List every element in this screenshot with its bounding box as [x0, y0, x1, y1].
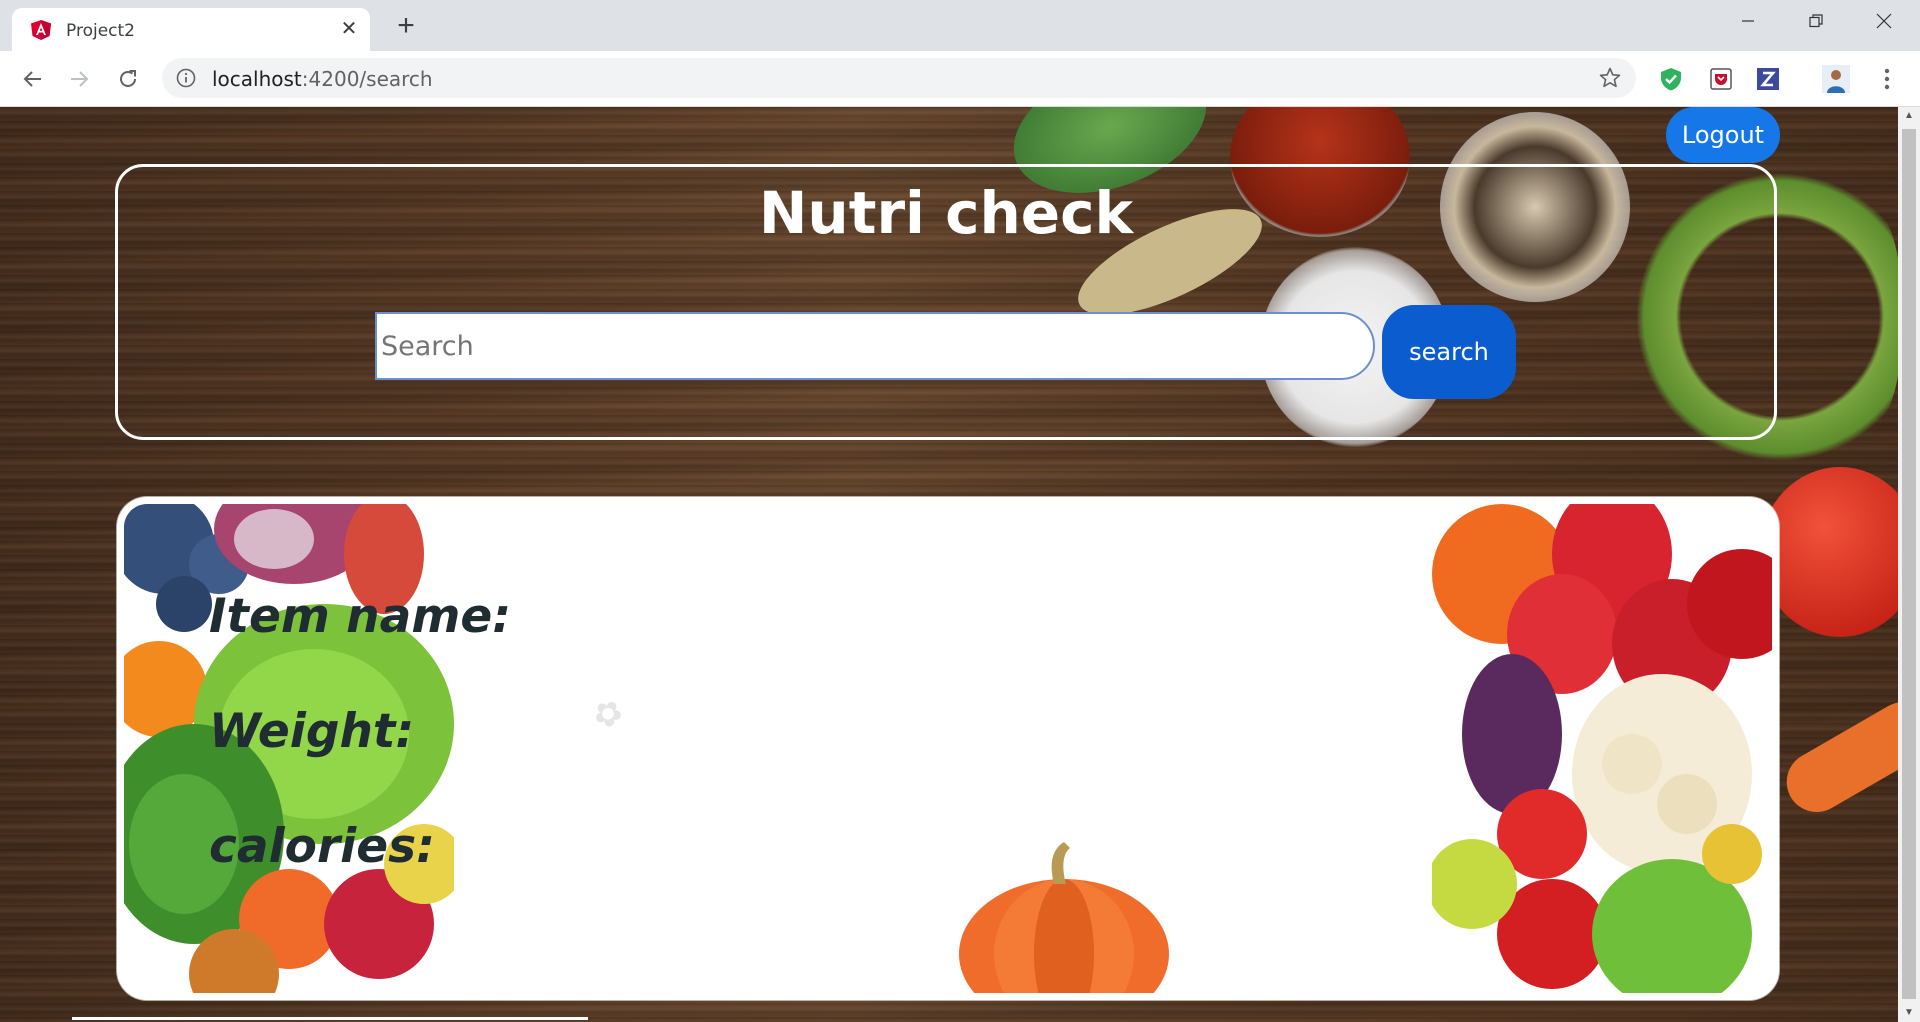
browser-toolbar: localhost:4200/search: [0, 51, 1920, 107]
fruits-right-image: [1432, 504, 1772, 993]
pumpkin-image: [959, 842, 1169, 993]
bottom-divider: [72, 1017, 588, 1020]
tab-title: Project2: [66, 21, 135, 41]
logout-button[interactable]: Logout: [1666, 107, 1780, 163]
carrot-decoration: [1775, 691, 1898, 823]
page-title: Nutri check: [758, 179, 1134, 247]
shield-extension-icon[interactable]: [1656, 64, 1686, 94]
z-extension-icon[interactable]: [1753, 64, 1783, 94]
weight-label: Weight:: [209, 704, 415, 759]
tomato-decoration: [1760, 467, 1898, 637]
watermark-text: ✿: [584, 689, 633, 739]
pocket-extension-icon[interactable]: [1706, 64, 1736, 94]
scroll-up-icon[interactable]: ▲: [1898, 107, 1920, 125]
result-card: ✿ Item name: Weight: calories:: [117, 497, 1779, 1000]
minimize-icon[interactable]: [1714, 0, 1782, 42]
profile-avatar[interactable]: [1821, 64, 1851, 94]
search-input[interactable]: [375, 312, 1375, 380]
menu-kebab-icon[interactable]: [1872, 64, 1902, 94]
browser-tab[interactable]: Project2 ✕: [12, 8, 370, 51]
item-name-label: Item name:: [209, 589, 511, 644]
forward-icon[interactable]: [62, 61, 98, 97]
search-button[interactable]: search: [1382, 305, 1516, 399]
back-icon[interactable]: [14, 61, 50, 97]
tab-close-icon[interactable]: ✕: [336, 16, 362, 42]
close-window-icon[interactable]: [1850, 0, 1918, 42]
url-text: localhost:4200/search: [212, 67, 433, 91]
reload-icon[interactable]: [110, 61, 146, 97]
angular-favicon-icon: [30, 19, 52, 41]
address-bar[interactable]: localhost:4200/search: [162, 58, 1636, 98]
scrollbar-thumb[interactable]: [1902, 129, 1916, 999]
browser-tabstrip: Project2 ✕ +: [0, 0, 1920, 51]
calories-label: calories:: [209, 819, 435, 874]
scroll-down-icon[interactable]: ▼: [1898, 1004, 1920, 1022]
search-panel: Nutri check search: [115, 164, 1777, 440]
url-path: :4200/search: [301, 67, 433, 91]
bookmark-star-icon[interactable]: [1598, 66, 1622, 90]
page-background: Logout Nutri check search: [0, 107, 1898, 1022]
vertical-scrollbar[interactable]: ▲ ▼: [1898, 107, 1920, 1022]
info-icon[interactable]: [176, 68, 196, 88]
new-tab-icon[interactable]: +: [390, 10, 422, 42]
restore-icon[interactable]: [1782, 0, 1850, 42]
url-host: localhost: [212, 67, 302, 91]
